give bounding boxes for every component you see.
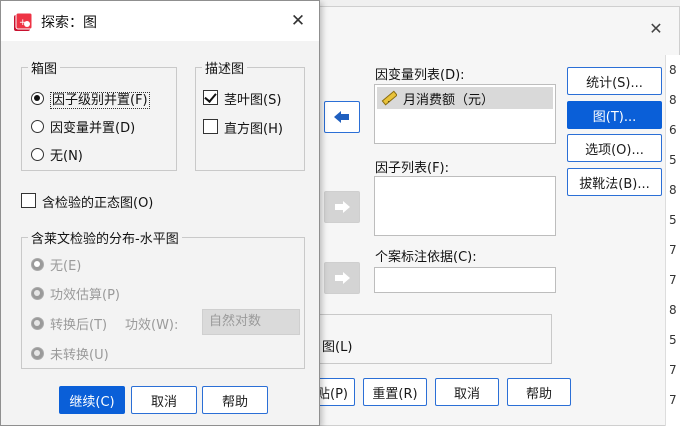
arrow-left-icon xyxy=(334,111,349,123)
case-label-label: 个案标注依据(C): xyxy=(375,250,477,265)
boxplots-group-title: 箱图 xyxy=(28,58,61,77)
stem-leaf-checkbox[interactable] xyxy=(203,90,218,105)
cell-value: 8 xyxy=(669,183,677,197)
cell-value: 5 xyxy=(669,153,677,167)
close-icon[interactable]: ✕ xyxy=(647,20,665,38)
boxplot-dependent-label: 因变量并置(D) xyxy=(50,121,136,136)
cell-value: 8 xyxy=(669,63,677,77)
cell-value: 8 xyxy=(669,93,677,107)
power-estimation-radio[interactable] xyxy=(31,287,44,300)
boxplot-factor-label: 因子级别并置(F) xyxy=(50,89,150,109)
dialog-help-button[interactable]: 帮助 xyxy=(202,386,268,414)
display-plots-label: 图(L) xyxy=(322,340,353,355)
move-factor-button[interactable] xyxy=(324,191,360,223)
list-item[interactable]: 月消费额（元） xyxy=(377,87,553,109)
boxplot-none-label: 无(N) xyxy=(50,149,83,164)
cell-value: 5 xyxy=(669,213,677,227)
options-button[interactable]: 选项(O)... xyxy=(567,134,662,162)
ruler-icon xyxy=(381,90,397,106)
close-icon[interactable]: ✕ xyxy=(289,12,307,30)
move-case-label-button[interactable] xyxy=(324,262,360,294)
dependent-list[interactable]: 月消费额（元） xyxy=(374,84,556,144)
stem-leaf-label: 茎叶图(S) xyxy=(224,93,282,108)
bootstrap-button[interactable]: 拔靴法(B)... xyxy=(567,168,662,196)
plots-button[interactable]: 图(T)... xyxy=(567,101,662,129)
normality-plots-checkbox[interactable] xyxy=(21,193,36,208)
levene-none-radio[interactable] xyxy=(31,258,44,271)
arrow-right-icon xyxy=(335,272,350,284)
spread-level-group-title: 含莱文检验的分布-水平图 xyxy=(28,228,182,247)
cell-value: 7 xyxy=(669,243,677,257)
move-dependent-button[interactable] xyxy=(324,101,360,133)
untransformed-label: 未转换(U) xyxy=(50,348,109,363)
levene-none-label: 无(E) xyxy=(50,259,82,274)
option-text: 因子级别并置(F) xyxy=(50,92,150,109)
boxplot-none-radio[interactable] xyxy=(31,148,44,161)
boxplot-factor-radio[interactable] xyxy=(31,92,44,105)
cell-value: 7 xyxy=(669,273,677,287)
dialog-title: 探索：图 xyxy=(41,15,97,31)
boxplot-dependent-radio[interactable] xyxy=(31,120,44,133)
statistics-button[interactable]: 统计(S)... xyxy=(567,67,662,95)
spss-app-icon: + xyxy=(14,12,33,31)
power-estimation-label: 功效估算(P) xyxy=(50,288,120,303)
cell-value: 7 xyxy=(669,363,677,377)
cell-value: 8 xyxy=(669,303,677,317)
data-view-strip: 8 8 6 5 8 5 7 7 8 5 7 7 xyxy=(665,55,680,426)
transformed-radio[interactable] xyxy=(31,317,44,330)
dialog-cancel-button[interactable]: 取消 xyxy=(131,386,197,414)
continue-button[interactable]: 继续(C) xyxy=(59,386,125,414)
descriptive-group-title: 描述图 xyxy=(202,58,248,77)
power-select[interactable]: 自然对数 xyxy=(202,309,300,335)
histogram-label: 直方图(H) xyxy=(224,122,283,137)
factor-list[interactable] xyxy=(374,176,556,236)
cell-value: 7 xyxy=(669,393,677,407)
normality-plots-label: 含检验的正态图(O) xyxy=(42,196,154,211)
cancel-button[interactable]: 取消 xyxy=(435,378,499,406)
plots-dialog: + 探索：图 ✕ 箱图 因子级别并置(F) 因变量并置(D) 无(N) 描述图 … xyxy=(0,0,320,426)
help-button[interactable]: 帮助 xyxy=(507,378,571,406)
dependent-list-label: 因变量列表(D): xyxy=(375,68,465,83)
dependent-item-label: 月消费额（元） xyxy=(403,92,495,108)
transformed-label: 转换后(T) xyxy=(50,318,108,333)
cell-value: 5 xyxy=(669,333,677,347)
power-label: 功效(W): xyxy=(125,318,179,333)
arrow-right-icon xyxy=(335,201,350,213)
case-label-field[interactable] xyxy=(374,267,556,293)
reset-button[interactable]: 重置(R) xyxy=(363,378,427,406)
cell-value: 6 xyxy=(669,123,677,137)
histogram-checkbox[interactable] xyxy=(203,119,218,134)
untransformed-radio[interactable] xyxy=(31,347,44,360)
factor-list-label: 因子列表(F): xyxy=(375,161,450,176)
